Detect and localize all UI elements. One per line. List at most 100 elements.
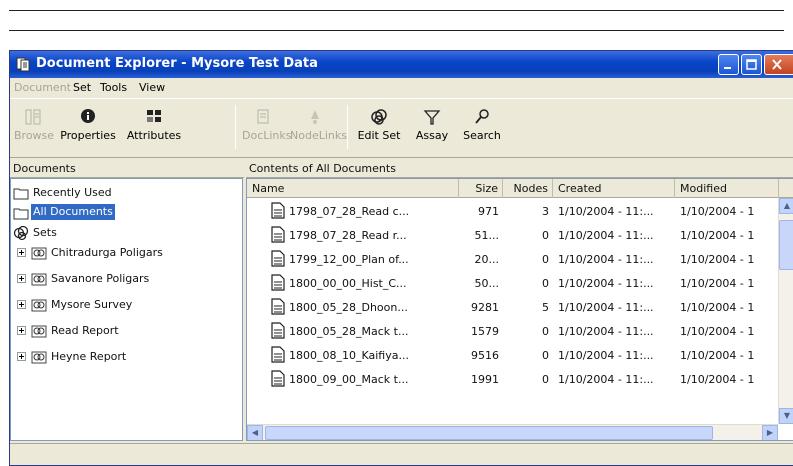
maximize-icon <box>746 59 757 70</box>
cell-size: 20... <box>474 253 500 266</box>
close-button[interactable] <box>764 54 793 75</box>
document-icon <box>271 202 285 219</box>
set-icon <box>31 351 47 364</box>
filter-icon <box>423 110 441 125</box>
tree-item-heyne-report[interactable]: Heyne Report <box>13 347 233 367</box>
tree-item-read-report[interactable]: Read Report <box>13 321 233 341</box>
document-icon <box>271 346 285 363</box>
scroll-down-icon[interactable]: ▼ <box>779 408 793 424</box>
window-title: Document Explorer - Mysore Test Data <box>36 56 318 71</box>
scroll-up-icon[interactable]: ▲ <box>779 198 793 214</box>
search-icon <box>475 109 489 124</box>
cell-name: 1798_07_28_Read r... <box>289 229 407 242</box>
documents-tree[interactable]: Recently Used All Documents Sets Chitrad… <box>10 178 243 441</box>
column-header-size[interactable]: Size <box>459 179 503 198</box>
document-icon <box>271 370 285 387</box>
edit-set-button[interactable]: Edit Set <box>354 107 404 142</box>
toolbar-separator <box>347 105 348 149</box>
column-header-nodes[interactable]: Nodes <box>503 179 553 198</box>
menu-view[interactable]: View <box>139 81 165 94</box>
menu-set[interactable]: Set <box>73 81 91 94</box>
table-row[interactable]: 1800_09_00_Mack t... 1991 0 1/10/2004 - 11:… <box>247 368 779 391</box>
doclinks-button[interactable]: DocLinks <box>242 107 292 142</box>
cell-size: 9281 <box>471 301 499 314</box>
column-header-name[interactable]: Name <box>247 179 459 198</box>
expand-icon[interactable] <box>17 300 26 309</box>
minimize-icon <box>724 67 731 69</box>
set-icon <box>31 273 47 286</box>
tree-item-savanore-poligars[interactable]: Savanore Poligars <box>13 269 233 289</box>
properties-button[interactable]: Properties <box>56 107 120 142</box>
cell-nodes: 0 <box>542 373 549 386</box>
cell-nodes: 0 <box>542 325 549 338</box>
tree-item-label: Chitradurga Poligars <box>51 246 163 259</box>
cell-modified: 1/10/2004 - 1 <box>680 277 755 290</box>
document-explorer-window: Document Explorer - Mysore Test Data Doc… <box>9 50 793 466</box>
horizontal-scroll-thumb[interactable] <box>265 426 713 440</box>
cell-created: 1/10/2004 - 11:... <box>558 325 654 338</box>
horizontal-scrollbar[interactable]: ◀ ▶ <box>247 424 778 440</box>
menu-tools[interactable]: Tools <box>100 81 127 94</box>
doclinks-icon <box>257 109 269 124</box>
attributes-button[interactable]: Attributes <box>124 107 184 142</box>
cell-size: 1579 <box>471 325 499 338</box>
minimize-button[interactable] <box>718 54 739 75</box>
tree-item-recently-used[interactable]: Recently Used <box>13 183 233 203</box>
nodelinks-icon <box>311 110 319 124</box>
cell-created: 1/10/2004 - 11:... <box>558 301 654 314</box>
document-icon <box>271 322 285 339</box>
search-button[interactable]: Search <box>460 107 504 142</box>
expand-icon[interactable] <box>17 274 26 283</box>
table-row[interactable]: 1800_05_28_Dhoon... 9281 5 1/10/2004 - 11:.… <box>247 296 779 319</box>
scroll-right-icon[interactable]: ▶ <box>762 425 778 440</box>
cell-nodes: 3 <box>542 205 549 218</box>
cell-size: 1991 <box>471 373 499 386</box>
table-row[interactable]: 1800_00_00_Hist_C... 50... 0 1/10/2004 - 11… <box>247 272 779 295</box>
vertical-scroll-thumb[interactable] <box>779 220 793 270</box>
top-rule <box>9 10 784 11</box>
set-icon <box>31 325 47 338</box>
table-row[interactable]: 1798_07_28_Read r... 51... 0 1/10/2004 - 11… <box>247 224 779 247</box>
expand-icon[interactable] <box>17 352 26 361</box>
cell-created: 1/10/2004 - 11:... <box>558 349 654 362</box>
column-header-modified[interactable]: Modified <box>675 179 779 198</box>
cell-name: 1800_00_00_Hist_C... <box>289 277 407 290</box>
tree-item-label: Read Report <box>51 324 119 337</box>
cell-created: 1/10/2004 - 11:... <box>558 277 654 290</box>
cell-name: 1800_09_00_Mack t... <box>289 373 409 386</box>
column-header-created[interactable]: Created <box>553 179 675 198</box>
table-row[interactable]: 1800_05_28_Mack t... 1579 0 1/10/2004 - 11:… <box>247 320 779 343</box>
expand-icon[interactable] <box>17 248 26 257</box>
toolbar: Browse Properties Attributes DocLinks No… <box>10 98 793 158</box>
attributes-icon <box>147 110 161 122</box>
cell-nodes: 5 <box>542 301 549 314</box>
cell-created: 1/10/2004 - 11:... <box>558 205 654 218</box>
expand-icon[interactable] <box>17 326 26 335</box>
document-icon <box>271 298 285 315</box>
tree-item-all-documents[interactable]: All Documents <box>13 203 233 223</box>
table-row[interactable]: 1798_07_28_Read c... 971 3 1/10/2004 - 11:.… <box>247 200 779 223</box>
doclinks-label: DocLinks <box>242 129 292 142</box>
close-icon <box>772 59 782 70</box>
folder-icon <box>13 188 29 200</box>
cell-name: 1800_05_28_Dhoon... <box>289 301 408 314</box>
table-row[interactable]: 1799_12_00_Plan of... 20... 0 1/10/2004 - 1… <box>247 248 779 271</box>
scroll-left-icon[interactable]: ◀ <box>247 425 263 440</box>
attributes-label: Attributes <box>126 129 182 142</box>
tree-item-chitradurga-poligars[interactable]: Chitradurga Poligars <box>13 243 233 263</box>
title-bar[interactable]: Document Explorer - Mysore Test Data <box>10 51 793 78</box>
nodelinks-button[interactable]: NodeLinks <box>290 107 347 142</box>
menu-document[interactable]: Document <box>14 81 71 94</box>
assay-button[interactable]: Assay <box>412 107 452 142</box>
vertical-scrollbar[interactable]: ▲ ▼ <box>778 198 793 424</box>
table-row[interactable]: 1800_08_10_Kaifiya... 9516 0 1/10/2004 - 11… <box>247 344 779 367</box>
tree-item-mysore-survey[interactable]: Mysore Survey <box>13 295 233 315</box>
cell-nodes: 0 <box>542 229 549 242</box>
cell-modified: 1/10/2004 - 1 <box>680 229 755 242</box>
browse-button[interactable]: Browse <box>14 107 54 142</box>
document-icon <box>271 250 285 267</box>
tree-item-sets[interactable]: Sets <box>13 223 233 243</box>
maximize-button[interactable] <box>741 54 762 75</box>
cell-modified: 1/10/2004 - 1 <box>680 373 755 386</box>
documents-list[interactable]: Name Size Nodes Created Modified 1798_07… <box>246 178 793 441</box>
